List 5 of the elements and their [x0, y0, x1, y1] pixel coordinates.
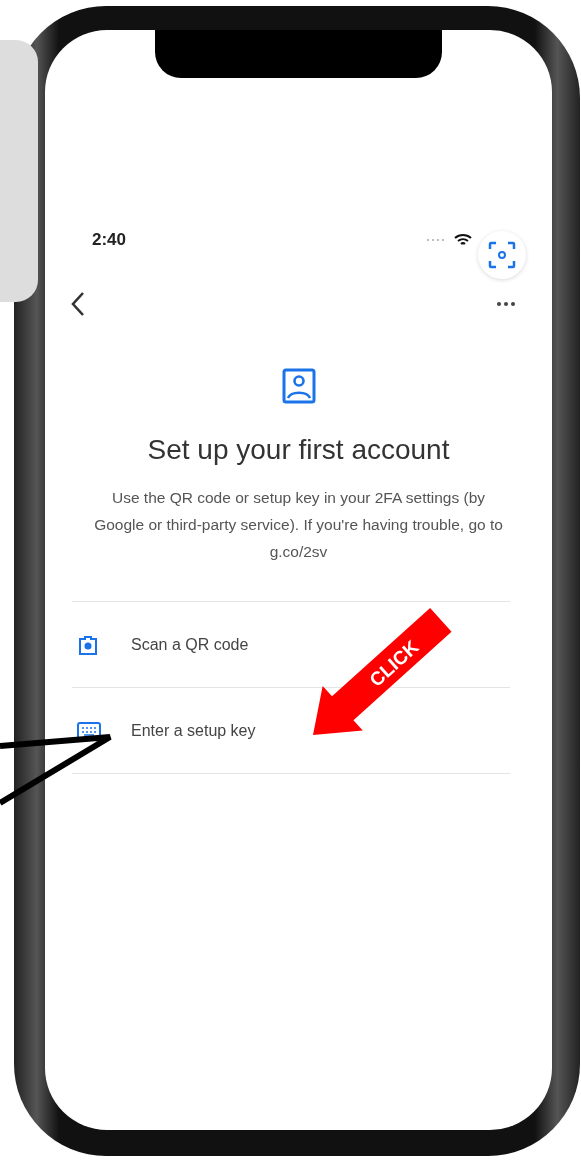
option-item[interactable]: Enter a setup key [131, 721, 256, 740]
description-text: Use the QR code or setup key in your 2FA settings (by Google or third-party service). If you're having trouble, go to g.co/2sv [93, 488, 504, 562]
status-time: 2:40 [92, 230, 127, 250]
option-item[interactable]: Scan a QR code [131, 635, 249, 654]
screen-title: Set up your first account [146, 434, 451, 466]
